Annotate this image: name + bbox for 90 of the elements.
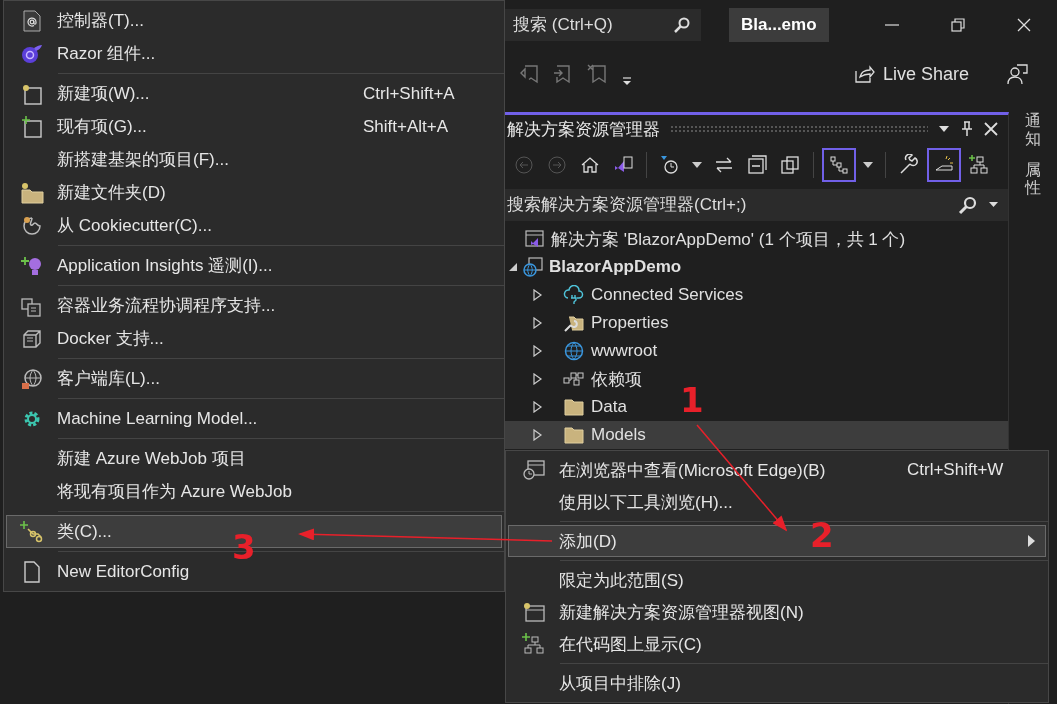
- dropdown-icon[interactable]: [692, 162, 702, 168]
- shortcut-text: Ctrl+Shift+W: [907, 460, 1005, 480]
- feedback-person-icon[interactable]: [1005, 62, 1029, 86]
- diagram-add-icon: [968, 154, 990, 176]
- menu-item[interactable]: 新建解决方案资源管理器视图(N): [509, 597, 804, 627]
- menu-item[interactable]: 新建 Azure WebJob 项目: [6, 442, 502, 475]
- menu-item[interactable]: Machine Learning Model...: [6, 402, 502, 435]
- tree-item[interactable]: Models: [505, 421, 646, 449]
- palette-icon: [21, 214, 43, 237]
- cloud-icon: [563, 285, 585, 305]
- tree-item[interactable]: BlazorAppDemo: [505, 253, 1008, 281]
- menu-item[interactable]: 从项目中排除(J): [509, 668, 681, 698]
- preview-tool-button[interactable]: [927, 148, 961, 182]
- bookmark-clear-icon[interactable]: [586, 63, 608, 85]
- expander-icon[interactable]: [531, 345, 543, 357]
- wrench-folder-icon: [563, 313, 585, 333]
- at-document-icon: [22, 9, 42, 32]
- close-icon: [1016, 17, 1032, 33]
- tree-item[interactable]: 解决方案 'BlazorAppDemo' (1 个项目，共 1 个): [505, 225, 1008, 253]
- expander-icon[interactable]: [531, 401, 543, 413]
- tree-item[interactable]: wwwroot: [505, 337, 658, 365]
- menu-item[interactable]: 添加(D): [509, 526, 617, 556]
- menu-item[interactable]: Application Insights 遥测(I)...: [6, 249, 502, 282]
- menu-item[interactable]: 在代码图上显示(C): [509, 629, 702, 659]
- bookmark-previous-icon[interactable]: [518, 63, 540, 85]
- expander-icon[interactable]: [531, 429, 543, 441]
- add-existing-icon: [21, 115, 43, 138]
- file-icon: [22, 560, 42, 583]
- menu-item[interactable]: Razor 组件...: [6, 37, 502, 70]
- menu-item[interactable]: 控制器(T)...: [6, 4, 502, 37]
- panel-title: 解决方案资源管理器: [507, 118, 660, 141]
- treeview-tool-button[interactable]: [822, 148, 856, 182]
- dependencies-icon: [563, 369, 585, 389]
- search-icon: [958, 195, 978, 215]
- menu-item[interactable]: 现有项(G)... Shift+Alt+A: [6, 110, 502, 143]
- search-icon: [673, 16, 691, 34]
- step-number: 1: [680, 383, 704, 417]
- side-tab[interactable]: 属性: [1025, 161, 1041, 197]
- tree-view-icon: [828, 154, 850, 176]
- add-class-icon: [20, 520, 44, 543]
- code-map-icon: [522, 633, 546, 655]
- restore-icon: [950, 17, 966, 33]
- folder-icon: [563, 397, 585, 417]
- cube-icon: [21, 327, 43, 350]
- share-icon: [852, 63, 875, 85]
- web-project-icon: [523, 257, 543, 277]
- expander-icon[interactable]: [531, 373, 543, 385]
- solution-title: Bla...emo: [729, 8, 829, 42]
- search-field[interactable]: 搜索 (Ctrl+Q): [505, 9, 701, 41]
- new-folder-icon: [20, 181, 44, 204]
- side-tab[interactable]: 通知: [1025, 112, 1041, 148]
- live-share-button[interactable]: Live Share: [846, 59, 975, 89]
- menu-item[interactable]: 容器业务流程协调程序支持...: [6, 289, 502, 322]
- new-item-icon: [21, 82, 43, 105]
- menu-item[interactable]: 从 Cookiecutter(C)...: [6, 209, 502, 242]
- globe-icon: [21, 367, 43, 390]
- menu-item[interactable]: 客户端库(L)...: [6, 362, 502, 395]
- tree-item[interactable]: Data: [505, 393, 627, 421]
- expander-icon[interactable]: [531, 317, 543, 329]
- search-field[interactable]: 搜索解决方案资源管理器(Ctrl+;): [505, 189, 1008, 221]
- razor-icon: [21, 43, 43, 64]
- wrench-icon: [898, 154, 920, 176]
- step-number: 2: [810, 518, 834, 552]
- browser-icon: [522, 459, 546, 481]
- pin-icon[interactable]: [960, 121, 974, 137]
- menu-item[interactable]: 使用以下工具浏览(H)...: [509, 487, 733, 517]
- menu-item[interactable]: 新搭建基架的项目(F)...: [6, 143, 502, 176]
- minimize-icon: [885, 24, 899, 26]
- tree-item[interactable]: Properties: [505, 309, 669, 337]
- new-window-icon: [522, 601, 546, 623]
- menu-item[interactable]: 新建项(W)... Ctrl+Shift+A: [6, 77, 502, 110]
- tree-item[interactable]: 依赖项: [505, 365, 642, 393]
- lightbulb-icon: [21, 254, 43, 277]
- close-icon[interactable]: [984, 122, 998, 136]
- menu-item[interactable]: 限定为此范围(S): [509, 565, 684, 595]
- menu-item[interactable]: 新建文件夹(D): [6, 176, 502, 209]
- copy-icon: [779, 154, 801, 176]
- tree-item[interactable]: Connected Services: [505, 281, 744, 309]
- dropdown-icon[interactable]: [989, 202, 998, 208]
- expander-icon[interactable]: [531, 289, 543, 301]
- overflow-icon[interactable]: [622, 75, 632, 87]
- menu-item[interactable]: 将现有项目作为 Azure WebJob: [6, 475, 502, 508]
- dropdown-icon[interactable]: [863, 162, 873, 168]
- expander-icon[interactable]: [507, 262, 519, 272]
- solution-icon: [525, 229, 545, 249]
- menu-item[interactable]: Docker 支持...: [6, 322, 502, 355]
- clock-filter-icon: [659, 154, 681, 176]
- collapse-icon: [746, 154, 768, 176]
- folder-icon: [563, 425, 585, 445]
- globe-icon: [563, 341, 585, 361]
